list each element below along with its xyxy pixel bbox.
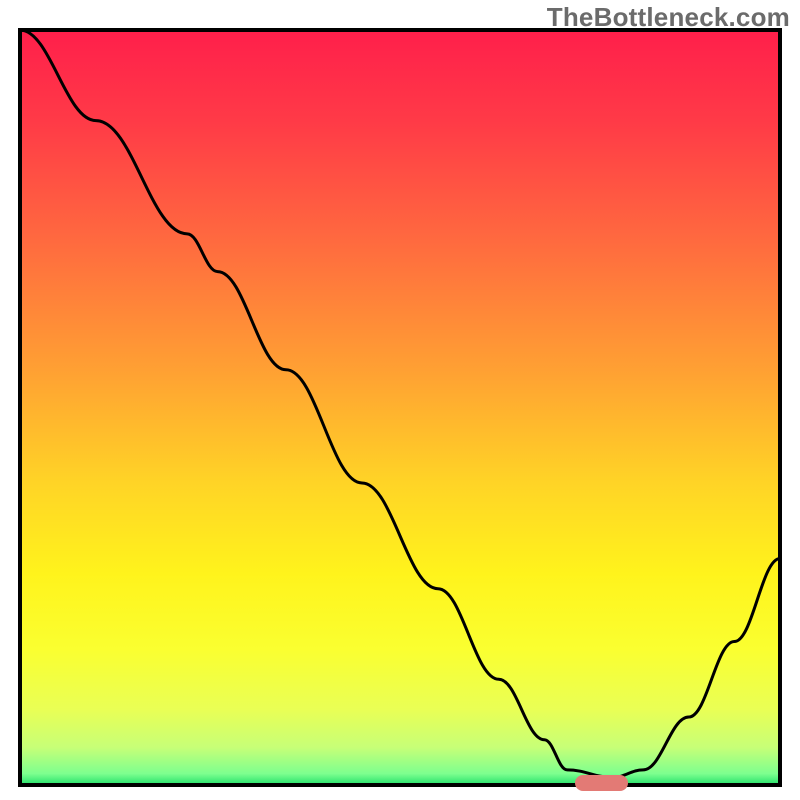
chart-plot	[0, 0, 800, 800]
bottleneck-chart: TheBottleneck.com	[0, 0, 800, 800]
watermark-label: TheBottleneck.com	[547, 2, 790, 33]
gradient-fill	[20, 30, 780, 785]
optimum-marker	[575, 775, 628, 791]
